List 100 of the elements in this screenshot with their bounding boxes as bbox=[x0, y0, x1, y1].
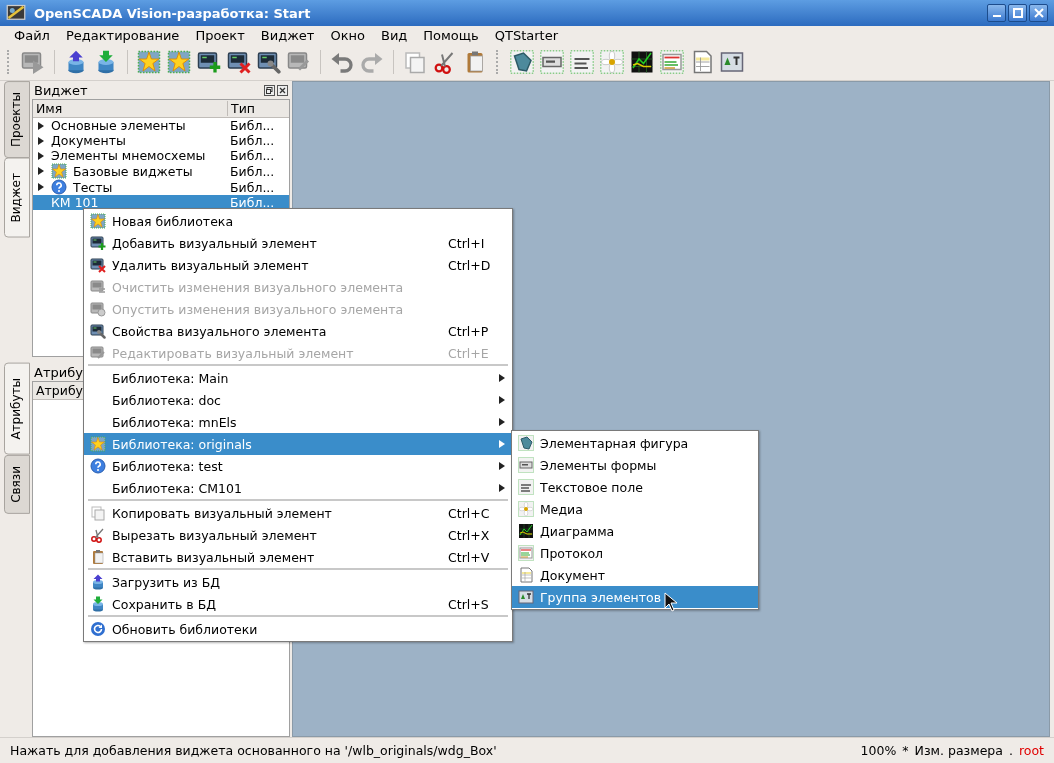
minimize-icon bbox=[992, 15, 1001, 17]
float-icon[interactable] bbox=[264, 84, 275, 96]
tree-item[interactable]: Элементы мнемосхемы bbox=[51, 148, 206, 163]
menu-item[interactable]: Добавить визуальный элемент Ctrl+I bbox=[84, 232, 512, 254]
table-cell-text: Библ... bbox=[229, 148, 275, 163]
dock-title: Виджет bbox=[34, 82, 88, 98]
shortcut-label: Ctrl+P bbox=[448, 323, 490, 339]
monitor-delete-icon[interactable] bbox=[227, 50, 251, 74]
shortcut-label: Ctrl+V bbox=[448, 549, 491, 565]
maximize-icon bbox=[1012, 8, 1023, 18]
document-icon bbox=[518, 567, 534, 583]
expand-arrow-icon[interactable] bbox=[37, 182, 45, 192]
menu-item[interactable]: Библиотека: CM101 bbox=[84, 477, 512, 499]
menu-item[interactable]: Элементы формы bbox=[512, 454, 758, 476]
shortcut-label: Ctrl+I bbox=[448, 235, 486, 251]
menu-item[interactable]: Проект bbox=[187, 27, 253, 43]
menu-item[interactable]: Библиотека: test bbox=[84, 455, 512, 477]
close-icon[interactable] bbox=[277, 84, 288, 96]
star-icon[interactable] bbox=[167, 50, 191, 74]
group-icon[interactable] bbox=[720, 50, 744, 74]
menu-item[interactable]: Файл bbox=[6, 27, 58, 43]
button-shape-icon bbox=[518, 457, 534, 473]
shape-icon[interactable] bbox=[510, 50, 534, 74]
menu-item[interactable]: Вставить визуальный элемент Ctrl+V bbox=[84, 546, 512, 568]
monitor-delete-icon bbox=[90, 257, 106, 273]
expand-arrow-icon[interactable] bbox=[37, 166, 45, 176]
window-title: OpenSCADA Vision-разработка: Start bbox=[34, 5, 312, 21]
tree-item[interactable]: КМ 101 bbox=[51, 195, 99, 210]
shortcut-label: Ctrl+S bbox=[448, 596, 490, 612]
menu-item[interactable]: Свойства визуального элемента Ctrl+P bbox=[84, 320, 512, 342]
menu-item[interactable]: Окно bbox=[322, 27, 373, 43]
side-tab[interactable]: Виджет bbox=[4, 158, 30, 238]
table-cell-text: Библ... bbox=[229, 195, 275, 210]
menu-item[interactable]: Группа элементов bbox=[512, 586, 758, 608]
button-shape-icon[interactable] bbox=[540, 50, 564, 74]
menu-item[interactable]: Элементарная фигура bbox=[512, 432, 758, 454]
undo-icon[interactable] bbox=[330, 50, 354, 74]
column-header[interactable]: Атрибу bbox=[33, 383, 86, 398]
column-header[interactable]: Имя bbox=[33, 101, 227, 116]
menu-item[interactable]: Новая библиотека bbox=[84, 210, 512, 232]
menu-item[interactable]: Библиотека: Main bbox=[84, 367, 512, 389]
menu-item[interactable]: Виджет bbox=[252, 27, 323, 43]
star-icon[interactable] bbox=[137, 50, 161, 74]
tree-item[interactable]: Основные элементы bbox=[51, 118, 186, 133]
menu-item[interactable]: Вырезать визуальный элемент Ctrl+X bbox=[84, 524, 512, 546]
monitor-plus-icon[interactable] bbox=[197, 50, 221, 74]
monitor-icon bbox=[90, 301, 106, 317]
shortcut-label: Ctrl+X bbox=[448, 527, 491, 543]
monitor-wrench-icon[interactable] bbox=[257, 50, 281, 74]
scissors-icon bbox=[90, 527, 106, 543]
table-cell-text: Библ... bbox=[229, 133, 275, 148]
text-field-icon bbox=[518, 479, 534, 495]
side-tab[interactable]: Связи bbox=[4, 454, 30, 514]
menu-item[interactable]: Протокол bbox=[512, 542, 758, 564]
monitor-plus-icon bbox=[90, 235, 106, 251]
close-button[interactable] bbox=[1029, 4, 1048, 22]
monitor-play-icon[interactable] bbox=[21, 50, 45, 74]
star-icon bbox=[90, 213, 106, 229]
mode-label: Изм. размера bbox=[914, 743, 1003, 758]
chart-icon bbox=[518, 523, 534, 539]
tree-item[interactable]: Документы bbox=[51, 133, 126, 148]
menu-item[interactable]: Медиа bbox=[512, 498, 758, 520]
maximize-button[interactable] bbox=[1008, 4, 1027, 22]
menu-item[interactable]: Библиотека: doc bbox=[84, 389, 512, 411]
menu-item[interactable]: Помощь bbox=[415, 27, 487, 43]
menu-item[interactable]: Копировать визуальный элемент Ctrl+C bbox=[84, 502, 512, 524]
menu-item[interactable]: Библиотека: mnEls bbox=[84, 411, 512, 433]
side-tab[interactable]: Проекты bbox=[4, 81, 30, 159]
menu-item[interactable]: Текстовое поле bbox=[512, 476, 758, 498]
menu-item[interactable]: Обновить библиотеки bbox=[84, 618, 512, 640]
menu-item[interactable]: Библиотека: originals bbox=[84, 433, 512, 455]
tree-item[interactable]: Тесты bbox=[73, 179, 113, 195]
monitor-wrench-icon bbox=[90, 323, 106, 339]
menu-item[interactable]: Сохранить в БД Ctrl+S bbox=[84, 593, 512, 615]
menu-item[interactable]: Удалить визуальный элемент Ctrl+D bbox=[84, 254, 512, 276]
app-icon bbox=[6, 3, 26, 23]
menu-item[interactable]: Диаграмма bbox=[512, 520, 758, 542]
menu-item[interactable]: QTStarter bbox=[486, 27, 566, 43]
copy-icon bbox=[90, 505, 106, 521]
side-tab[interactable]: Атрибуты bbox=[4, 363, 30, 455]
menu-item[interactable]: Вид bbox=[372, 27, 416, 43]
log-icon[interactable] bbox=[660, 50, 684, 74]
minimize-button[interactable] bbox=[987, 4, 1006, 22]
star-icon bbox=[90, 436, 106, 452]
menu-item[interactable]: Редактирование bbox=[57, 27, 188, 43]
flower-icon bbox=[518, 501, 534, 517]
menu-item[interactable]: Загрузить из БД bbox=[84, 571, 512, 593]
expand-arrow-icon[interactable] bbox=[37, 120, 45, 131]
monitor-edit-icon bbox=[90, 345, 106, 361]
table-cell-text: Библ... bbox=[229, 118, 275, 133]
expand-arrow-icon[interactable] bbox=[37, 135, 45, 146]
text-field-icon[interactable] bbox=[570, 50, 594, 74]
zoom-level: 100% bbox=[860, 743, 897, 758]
table-cell-text: Библ... bbox=[229, 163, 275, 179]
expand-arrow-icon[interactable] bbox=[37, 150, 45, 161]
menu-item[interactable]: Документ bbox=[512, 564, 758, 586]
chart-icon[interactable] bbox=[630, 50, 654, 74]
modified-mark: * bbox=[902, 743, 909, 758]
tree-item[interactable]: Базовые виджеты bbox=[73, 163, 193, 179]
column-header[interactable]: Тип bbox=[227, 101, 286, 116]
